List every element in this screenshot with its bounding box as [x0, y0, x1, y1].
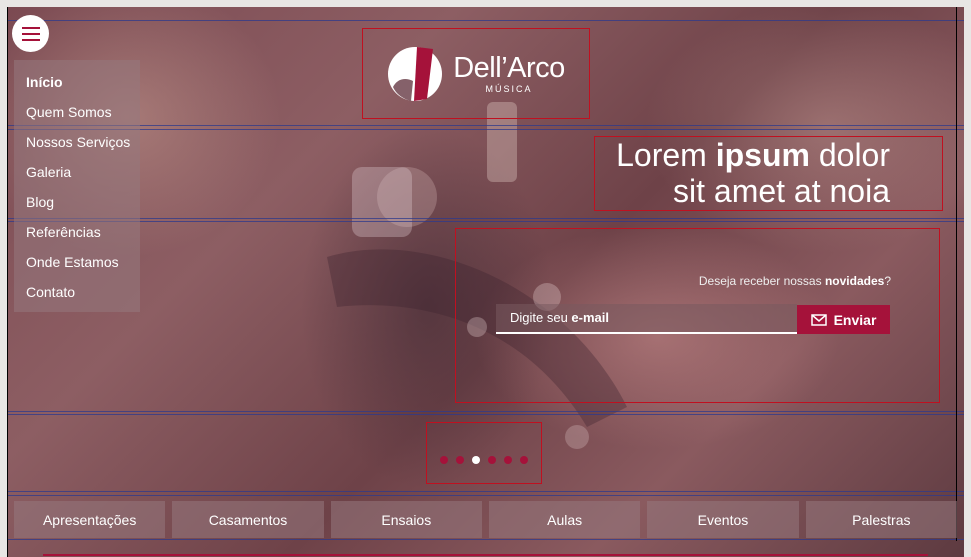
hero-headline: Lorem ipsum dolor sit amet at noia [594, 136, 943, 211]
logo-brand-text: Dell’Arco [453, 52, 565, 84]
footer-divider [43, 554, 928, 556]
email-input[interactable]: Digite seu e-mail [496, 304, 797, 334]
hero-text-line2: sit amet at noia [673, 173, 890, 209]
nav-item-galeria[interactable]: Galeria [14, 157, 140, 187]
nav-item-referencias[interactable]: Referências [14, 217, 140, 247]
nav-item-onde-estamos[interactable]: Onde Estamos [14, 247, 140, 277]
category-aulas[interactable]: Aulas [488, 501, 641, 538]
slider-dot[interactable] [488, 456, 496, 464]
nav-item-quem-somos[interactable]: Quem Somos [14, 97, 140, 127]
send-button-label: Enviar [833, 311, 877, 328]
slider-dot[interactable] [504, 456, 512, 464]
slider-dot[interactable] [520, 456, 528, 464]
hero-text: Lorem [616, 137, 716, 173]
envelope-icon [810, 313, 827, 326]
side-navigation: Início Quem Somos Nossos Serviços Galeri… [14, 60, 140, 312]
category-palestras[interactable]: Palestras [805, 501, 957, 538]
site-logo[interactable]: Dell’Arco MÚSICA [362, 28, 590, 119]
email-placeholder-bold: e-mail [571, 310, 609, 325]
email-placeholder: Digite seu [510, 310, 572, 325]
slider-dot[interactable] [440, 456, 448, 464]
logo-mark-icon [388, 46, 443, 101]
slider-dot-active[interactable] [472, 456, 480, 464]
slider-dot[interactable] [456, 456, 464, 464]
question-bold: novidades [824, 274, 885, 288]
nav-item-contato[interactable]: Contato [14, 277, 140, 307]
category-ensaios[interactable]: Ensaios [330, 501, 482, 538]
hamburger-line [21, 32, 40, 35]
hero-banner: Início Quem Somos Nossos Serviços Galeri… [7, 7, 964, 557]
send-button[interactable]: Enviar [797, 305, 890, 334]
category-bar: Apresentações Casamentos Ensaios Aulas E… [14, 501, 957, 538]
hamburger-menu-button[interactable] [12, 15, 49, 52]
hamburger-line [21, 26, 40, 29]
category-apresentacoes[interactable]: Apresentações [14, 501, 166, 538]
newsletter-form: Deseja receber nossas novidades? Digite … [455, 228, 940, 403]
nav-item-blog[interactable]: Blog [14, 187, 140, 217]
hero-text: dolor [809, 137, 890, 173]
question-text: Deseja receber nossas [698, 274, 825, 288]
hero-text-bold: ipsum [715, 137, 810, 173]
slider-pagination [426, 422, 542, 484]
question-mark: ? [884, 274, 891, 288]
nav-item-nossos-servicos[interactable]: Nossos Serviços [14, 127, 140, 157]
category-casamentos[interactable]: Casamentos [172, 501, 324, 538]
logo-subtitle: MÚSICA [485, 84, 533, 94]
hamburger-line [21, 38, 40, 41]
category-eventos[interactable]: Eventos [647, 501, 799, 538]
newsletter-question: Deseja receber nossas novidades? [699, 274, 891, 288]
nav-item-inicio[interactable]: Início [14, 67, 140, 97]
